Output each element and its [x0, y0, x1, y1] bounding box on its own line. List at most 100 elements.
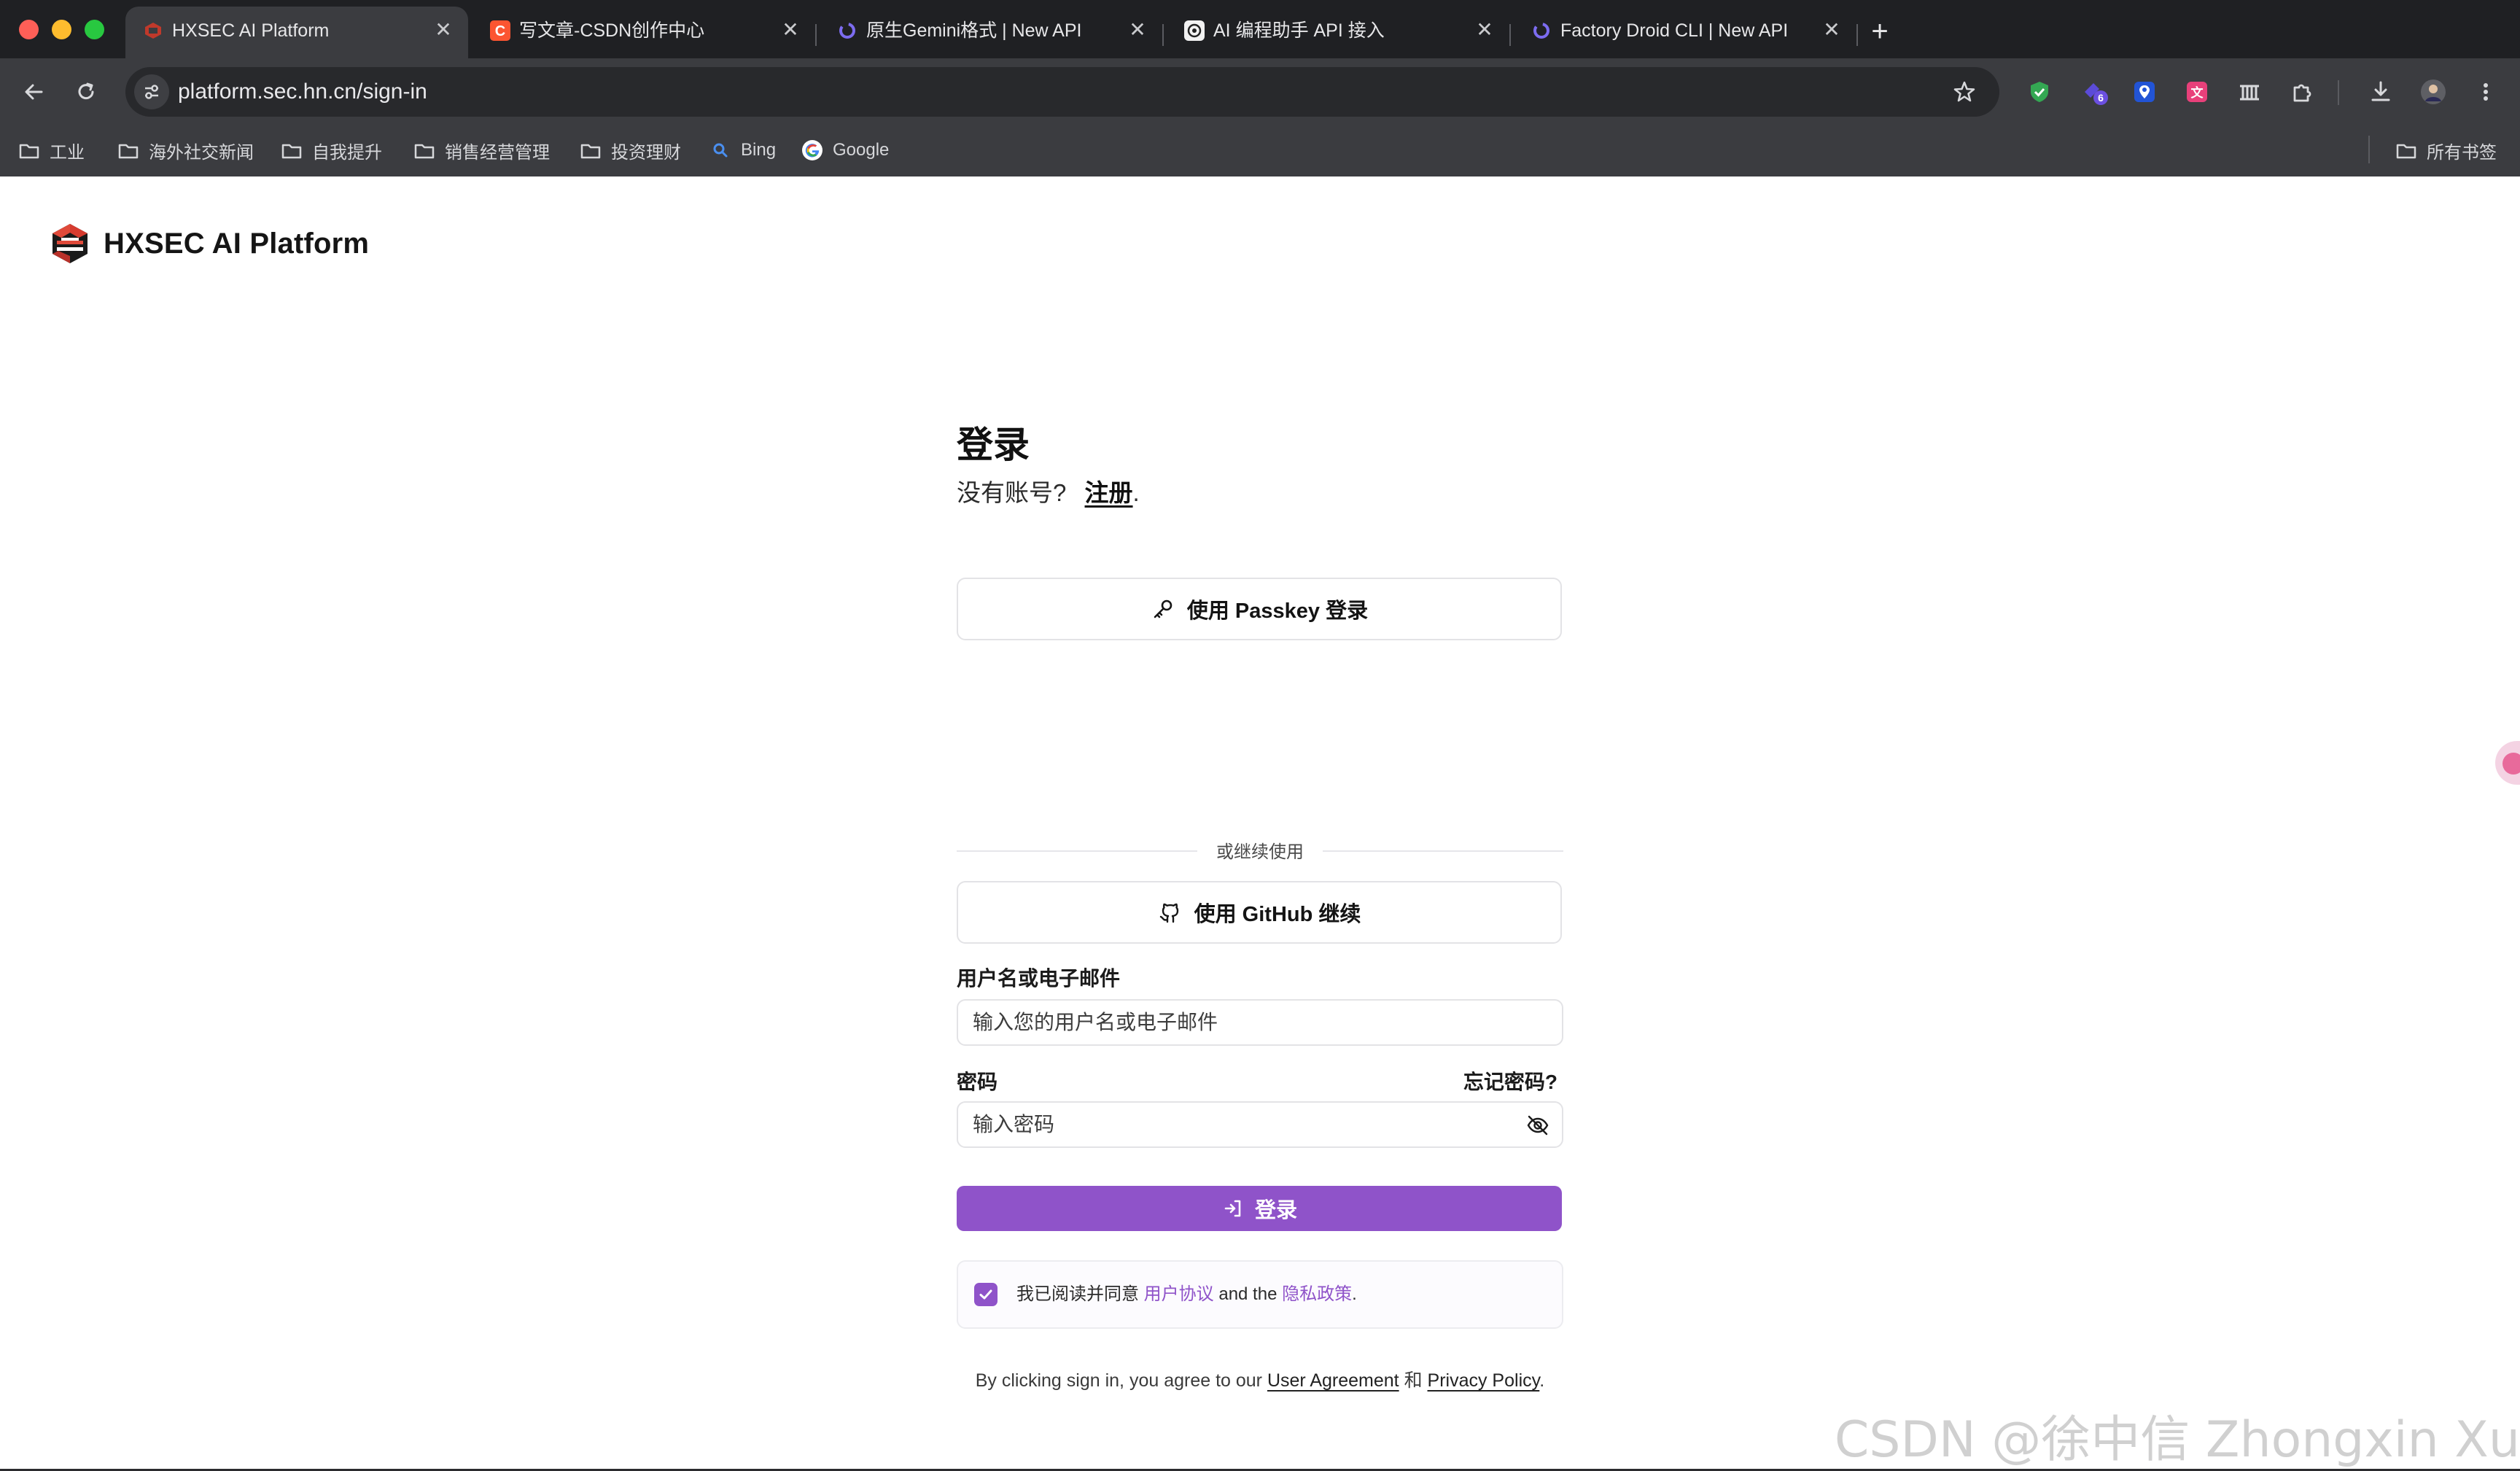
- bookmarks-divider: [2368, 136, 2370, 163]
- profile-avatar[interactable]: [2418, 77, 2449, 107]
- bookmark-label: 所有书签: [2427, 142, 2497, 163]
- extension-badge-count: 6: [2098, 92, 2104, 104]
- bookmark-star-icon[interactable]: [1950, 77, 1979, 106]
- terms-prefix: By clicking sign in, you agree to our: [975, 1370, 1263, 1391]
- tab-factory-droid[interactable]: Factory Droid CLI | New API ✕: [1514, 7, 1856, 58]
- bookmark-folder-self-improvement[interactable]: 自我提升: [280, 137, 382, 163]
- passkey-button-label: 使用 Passkey 登录: [1186, 599, 1369, 623]
- submit-login-button[interactable]: 登录: [957, 1186, 1562, 1231]
- bookmark-bing[interactable]: Bing: [709, 137, 776, 163]
- tab-ai-coding[interactable]: AI 编程助手 API 接入 ✕: [1167, 7, 1509, 58]
- password-field[interactable]: [957, 1101, 1563, 1148]
- username-field[interactable]: [957, 999, 1563, 1046]
- tab-hxsec[interactable]: HXSEC AI Platform ✕: [125, 7, 468, 58]
- github-icon: [1158, 900, 1183, 925]
- username-label: 用户名或电子邮件: [957, 967, 1121, 990]
- page-title: 登录: [957, 424, 1030, 465]
- browser-toolbar: platform.sec.hn.cn/sign-in 6 文: [0, 58, 2520, 125]
- terms-and: 和: [1404, 1370, 1423, 1391]
- divider-line: [1323, 850, 1563, 852]
- close-tab-icon[interactable]: ✕: [430, 17, 456, 43]
- bookmark-label: 销售经营管理: [445, 142, 550, 163]
- all-bookmarks-folder[interactable]: 所有书签: [2395, 137, 2497, 163]
- signup-suffix: .: [1132, 479, 1140, 506]
- tab-separator: [1856, 24, 1858, 46]
- user-agreement-link[interactable]: 用户协议: [1144, 1284, 1214, 1304]
- github-login-button[interactable]: 使用 GitHub 继续: [957, 881, 1562, 944]
- csdn-icon: C: [489, 19, 512, 42]
- folder-icon: [117, 139, 140, 162]
- address-bar[interactable]: platform.sec.hn.cn/sign-in: [125, 67, 1999, 117]
- terms-privacy-policy-link[interactable]: Privacy Policy: [1428, 1370, 1540, 1391]
- eye-off-icon[interactable]: [1524, 1111, 1552, 1139]
- svg-text:C: C: [495, 23, 505, 39]
- new-tab-button[interactable]: +: [1865, 17, 1894, 46]
- site-info-icon[interactable]: [134, 74, 169, 109]
- menu-kebab-icon[interactable]: [2470, 77, 2501, 107]
- bookmark-folder-sales[interactable]: 销售经营管理: [413, 137, 550, 163]
- back-button[interactable]: [18, 76, 50, 108]
- password-label: 密码: [957, 1071, 998, 1093]
- new-api-icon: [836, 19, 859, 42]
- agree-checkbox[interactable]: [974, 1283, 998, 1306]
- folder-icon: [2395, 139, 2418, 162]
- privacy-policy-link[interactable]: 隐私政策: [1282, 1284, 1352, 1304]
- tab-strip: HXSEC AI Platform ✕ C 写文章-CSDN创作中心 ✕ 原生G…: [0, 0, 2520, 58]
- terms-notice: By clicking sign in, you agree to our Us…: [957, 1368, 1563, 1393]
- assistant-icon: [2502, 753, 2520, 775]
- bookmark-label: 海外社交新闻: [149, 142, 254, 163]
- agreement-text: 我已阅读并同意 用户协议 and the 隐私政策.: [1016, 1282, 1357, 1307]
- submit-button-label: 登录: [1254, 1199, 1297, 1222]
- bookmark-folder-overseas-news[interactable]: 海外社交新闻: [117, 137, 254, 163]
- folder-icon: [579, 139, 602, 162]
- tab-title: AI 编程助手 API 接入: [1213, 20, 1385, 41]
- shield-extension-icon[interactable]: [2024, 77, 2055, 107]
- or-divider: 或继续使用: [957, 836, 1563, 865]
- search-icon: [709, 139, 732, 162]
- extensions-puzzle-icon[interactable]: [2287, 77, 2317, 107]
- password-input[interactable]: [958, 1103, 1483, 1146]
- translate-extension-icon[interactable]: 文: [2182, 77, 2212, 107]
- passkey-login-button[interactable]: 使用 Passkey 登录: [957, 578, 1562, 640]
- brand[interactable]: HXSEC AI Platform: [48, 222, 369, 265]
- hxsec-logo-icon: [48, 222, 92, 265]
- close-tab-icon[interactable]: ✕: [1819, 17, 1845, 43]
- forgot-password-link[interactable]: 忘记密码?: [1463, 1066, 1558, 1095]
- terms-user-agreement-link[interactable]: User Agreement: [1267, 1370, 1399, 1391]
- brand-name: HXSEC AI Platform: [104, 227, 370, 260]
- bookmark-label: 投资理财: [611, 142, 681, 163]
- agree-prefix: 我已阅读并同意: [1016, 1284, 1139, 1304]
- no-account-text: 没有账号?: [957, 479, 1067, 506]
- maximize-window-button[interactable]: [85, 20, 104, 39]
- bookmark-label: 自我提升: [312, 142, 382, 163]
- log-in-icon: [1221, 1197, 1245, 1220]
- watermark: CSDN @徐中信 Zhongxin Xu: [1834, 1411, 2520, 1469]
- tab-separator: [1162, 24, 1164, 46]
- tab-csdn[interactable]: C 写文章-CSDN创作中心 ✕: [472, 7, 815, 58]
- minimize-window-button[interactable]: [52, 20, 71, 39]
- terms-suffix: .: [1539, 1370, 1545, 1391]
- bookmark-folder-investing[interactable]: 投资理财: [579, 137, 681, 163]
- github-button-label: 使用 GitHub 继续: [1194, 903, 1361, 926]
- tab-title: HXSEC AI Platform: [172, 20, 330, 41]
- login-card: 登录 没有账号? 注册. 使用 Passkey 登录 或继续使用 使用 GitH…: [957, 423, 1563, 1391]
- close-tab-icon[interactable]: ✕: [1124, 17, 1151, 43]
- close-window-button[interactable]: [19, 20, 39, 39]
- close-tab-icon[interactable]: ✕: [1471, 17, 1498, 43]
- username-input[interactable]: [958, 1001, 1483, 1044]
- bookmark-folder-gongye[interactable]: 工业: [18, 137, 85, 163]
- location-pin-extension-icon[interactable]: [2129, 77, 2160, 107]
- close-tab-icon[interactable]: ✕: [777, 17, 804, 43]
- reload-button[interactable]: [70, 76, 102, 108]
- floating-assistant-widget[interactable]: [2495, 741, 2520, 785]
- bridge-extension-icon[interactable]: [2234, 77, 2265, 107]
- tab-separator: [1509, 24, 1511, 46]
- download-icon[interactable]: [2365, 77, 2396, 107]
- folder-icon: [18, 139, 41, 162]
- tab-gemini-format[interactable]: 原生Gemini格式 | New API ✕: [820, 7, 1162, 58]
- signup-link[interactable]: 注册: [1085, 479, 1133, 506]
- bookmark-label: Bing: [741, 140, 777, 160]
- page-content: HXSEC AI Platform 登录 没有账号? 注册. 使用 Passke…: [0, 176, 2520, 1469]
- extension-badge-icon[interactable]: 6: [2080, 77, 2110, 107]
- bookmark-google[interactable]: Google: [801, 137, 889, 163]
